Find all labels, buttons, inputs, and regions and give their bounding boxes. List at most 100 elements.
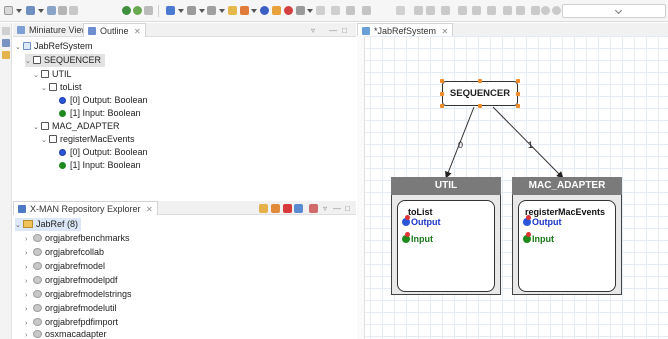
output-port[interactable]: Output xyxy=(523,215,562,227)
minimize-icon[interactable]: — xyxy=(329,26,337,35)
minimize-icon[interactable]: — xyxy=(333,204,341,213)
tree-node-package[interactable]: › orgjabrefmodelpdf xyxy=(25,274,118,287)
next-annotation-icon[interactable] xyxy=(331,6,340,15)
component-mac-adapter[interactable]: MAC_ADAPTER registerMacEvents Output Inp… xyxy=(512,177,622,295)
chevron-right-icon[interactable]: › xyxy=(25,247,33,260)
edit-icon[interactable] xyxy=(240,6,249,15)
match-width-icon[interactable] xyxy=(503,6,512,15)
component-inner[interactable]: registerMacEvents Output Input xyxy=(518,200,616,292)
zoom-out-icon[interactable] xyxy=(552,6,561,15)
chevron-right-icon[interactable]: › xyxy=(25,275,33,288)
align-right-icon[interactable] xyxy=(441,6,450,15)
console-icon[interactable] xyxy=(296,6,305,15)
tree-node-package[interactable]: › orgjabrefmodel xyxy=(25,260,105,273)
console-dropdown-arrow[interactable] xyxy=(307,9,313,13)
tab-miniature-view[interactable]: Miniature View xyxy=(13,23,92,37)
refresh-icon[interactable] xyxy=(294,204,303,213)
delete-icon[interactable] xyxy=(283,204,292,213)
package-explorer-icon[interactable] xyxy=(2,39,10,47)
edit-repository-icon[interactable] xyxy=(271,204,280,213)
connector-dropdown-arrow[interactable] xyxy=(219,9,225,13)
component-dropdown-arrow[interactable] xyxy=(199,9,205,13)
save-dropdown-arrow[interactable] xyxy=(38,9,44,13)
tree-node-package[interactable]: › orgjabrefmodelutil xyxy=(25,302,117,315)
component-inner[interactable]: toList Output Input xyxy=(397,200,495,292)
match-height-icon[interactable] xyxy=(516,6,525,15)
resize-handle[interactable] xyxy=(478,104,482,108)
edit-dropdown-arrow[interactable] xyxy=(251,9,257,13)
wizard-dropdown-arrow[interactable] xyxy=(178,9,184,13)
chevron-down-icon[interactable]: ⌄ xyxy=(33,121,41,134)
chevron-right-icon[interactable]: › xyxy=(25,303,33,316)
align-bottom-icon[interactable] xyxy=(487,6,496,15)
tree-node-port[interactable]: [1] Input: Boolean xyxy=(59,107,141,120)
resize-handle[interactable] xyxy=(478,79,482,83)
input-port[interactable]: Input xyxy=(523,232,554,244)
run-icon[interactable] xyxy=(122,6,131,15)
view-menu-icon[interactable]: ▿ xyxy=(311,26,315,35)
print-icon[interactable] xyxy=(58,6,67,15)
align-left-icon[interactable] xyxy=(414,6,423,15)
chevron-down-icon[interactable]: ⌄ xyxy=(15,41,23,54)
chevron-down-icon[interactable]: ⌄ xyxy=(25,55,33,68)
tree-node-port[interactable]: [0] Output: Boolean xyxy=(59,94,148,107)
tree-node-package[interactable]: › orgjabrefmodelstrings xyxy=(25,288,132,301)
wizard-icon[interactable] xyxy=(166,6,175,15)
tree-node-sequencer[interactable]: ⌄ SEQUENCER xyxy=(25,54,106,68)
new-component-icon[interactable] xyxy=(187,6,196,15)
properties-icon[interactable] xyxy=(69,6,78,15)
chevron-down-icon[interactable]: ⌄ xyxy=(15,219,23,232)
chevron-down-icon[interactable]: ⌄ xyxy=(33,69,41,82)
tree-node-port[interactable]: [0] Output: Boolean xyxy=(59,146,148,159)
sequencer-node[interactable]: SEQUENCER xyxy=(442,81,518,106)
tab-editor-jabrefsystem[interactable]: *JabRefSystem ✕ xyxy=(357,23,454,37)
tree-node-package[interactable]: › orgjabrefcollab xyxy=(25,246,104,259)
tree-node-tolist[interactable]: ⌄ toList xyxy=(41,81,82,94)
output-port[interactable]: Output xyxy=(402,215,441,227)
zoom-combo[interactable] xyxy=(562,4,666,18)
build-icon[interactable] xyxy=(144,6,153,15)
forward-icon[interactable] xyxy=(362,6,371,15)
hierarchy-icon[interactable] xyxy=(2,51,10,59)
close-icon[interactable]: ✕ xyxy=(134,27,141,36)
new-connector-icon[interactable] xyxy=(207,6,216,15)
chevron-right-icon[interactable]: › xyxy=(25,233,33,246)
maximize-icon[interactable]: □ xyxy=(342,26,347,35)
debug-icon[interactable] xyxy=(133,6,142,15)
align-middle-icon[interactable] xyxy=(472,6,481,15)
tree-node-util[interactable]: ⌄ UTIL xyxy=(33,68,72,81)
resize-handle[interactable] xyxy=(516,104,520,108)
align-center-icon[interactable] xyxy=(426,6,435,15)
terminate-icon[interactable] xyxy=(284,6,293,15)
tab-outline[interactable]: Outline ✕ xyxy=(83,23,146,37)
tree-node-project[interactable]: ⌄ JabRef (8) xyxy=(15,218,82,232)
annotation-icon[interactable] xyxy=(316,6,325,15)
view-menu-icon[interactable]: ▿ xyxy=(323,204,327,213)
resize-handle[interactable] xyxy=(440,104,444,108)
align-top-icon[interactable] xyxy=(458,6,467,15)
link-editor-icon[interactable] xyxy=(309,204,318,213)
resize-handle[interactable] xyxy=(516,79,520,83)
chevron-down-icon[interactable]: ⌄ xyxy=(41,82,49,95)
link-icon[interactable] xyxy=(531,6,540,15)
import-icon[interactable] xyxy=(259,204,268,213)
chevron-right-icon[interactable]: › xyxy=(25,289,33,302)
resize-handle[interactable] xyxy=(516,92,520,96)
input-port[interactable]: Input xyxy=(402,232,433,244)
restore-icon[interactable] xyxy=(2,27,10,35)
tree-node-port[interactable]: [1] Input: Boolean xyxy=(59,159,141,172)
palette-collapsed[interactable] xyxy=(357,36,365,339)
tree-node-registermacevents[interactable]: ⌄ registerMacEvents xyxy=(41,133,135,146)
component-util[interactable]: UTIL toList Output Input xyxy=(391,177,501,295)
open-folder-icon[interactable] xyxy=(228,6,237,15)
resize-handle[interactable] xyxy=(440,92,444,96)
new-icon[interactable] xyxy=(4,6,13,15)
maximize-icon[interactable]: □ xyxy=(345,204,350,213)
tree-node-package[interactable]: › osxmacadapter xyxy=(25,328,107,339)
xman-icon[interactable] xyxy=(260,6,269,15)
close-icon[interactable]: ✕ xyxy=(442,27,449,36)
chevron-down-icon[interactable] xyxy=(614,6,623,15)
tree-node-root[interactable]: ⌄ JabRefSystem xyxy=(15,40,93,53)
resize-handle[interactable] xyxy=(440,79,444,83)
zoom-in-icon[interactable] xyxy=(541,6,550,15)
